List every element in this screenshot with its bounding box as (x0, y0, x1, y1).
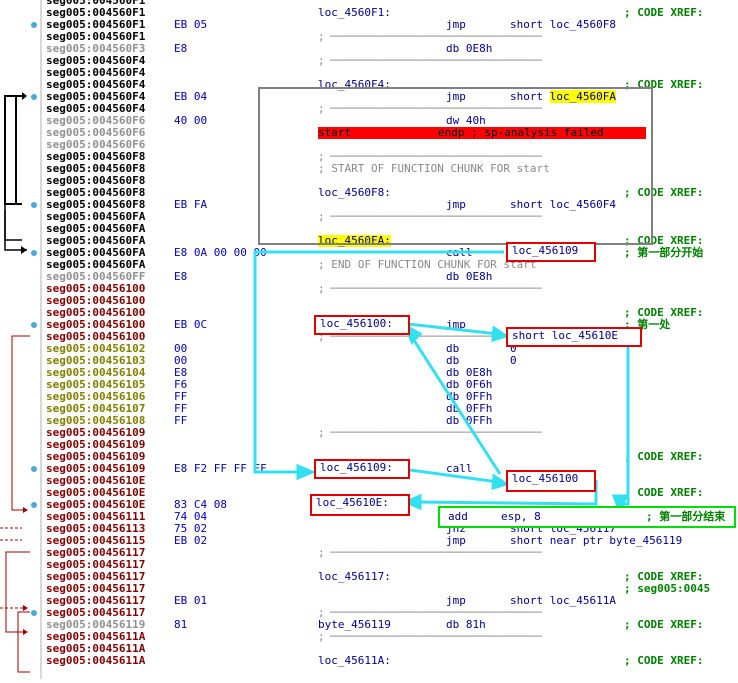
label-box-loc-45610E[interactable]: loc_45610E: (310, 494, 410, 516)
call-target-box[interactable]: loc_456109 (506, 242, 596, 262)
label-box-loc-456109[interactable]: loc_456109: (314, 459, 410, 479)
call-target-box-2[interactable]: loc_456100 (506, 470, 596, 492)
add-esp-box[interactable]: add esp, 8; 第一部分结束 (438, 506, 736, 528)
function-chunk-frame (258, 87, 653, 245)
jump-target-box[interactable]: short loc_45610E (506, 327, 642, 347)
label-box-loc-456100[interactable]: loc_456100: (314, 315, 410, 335)
